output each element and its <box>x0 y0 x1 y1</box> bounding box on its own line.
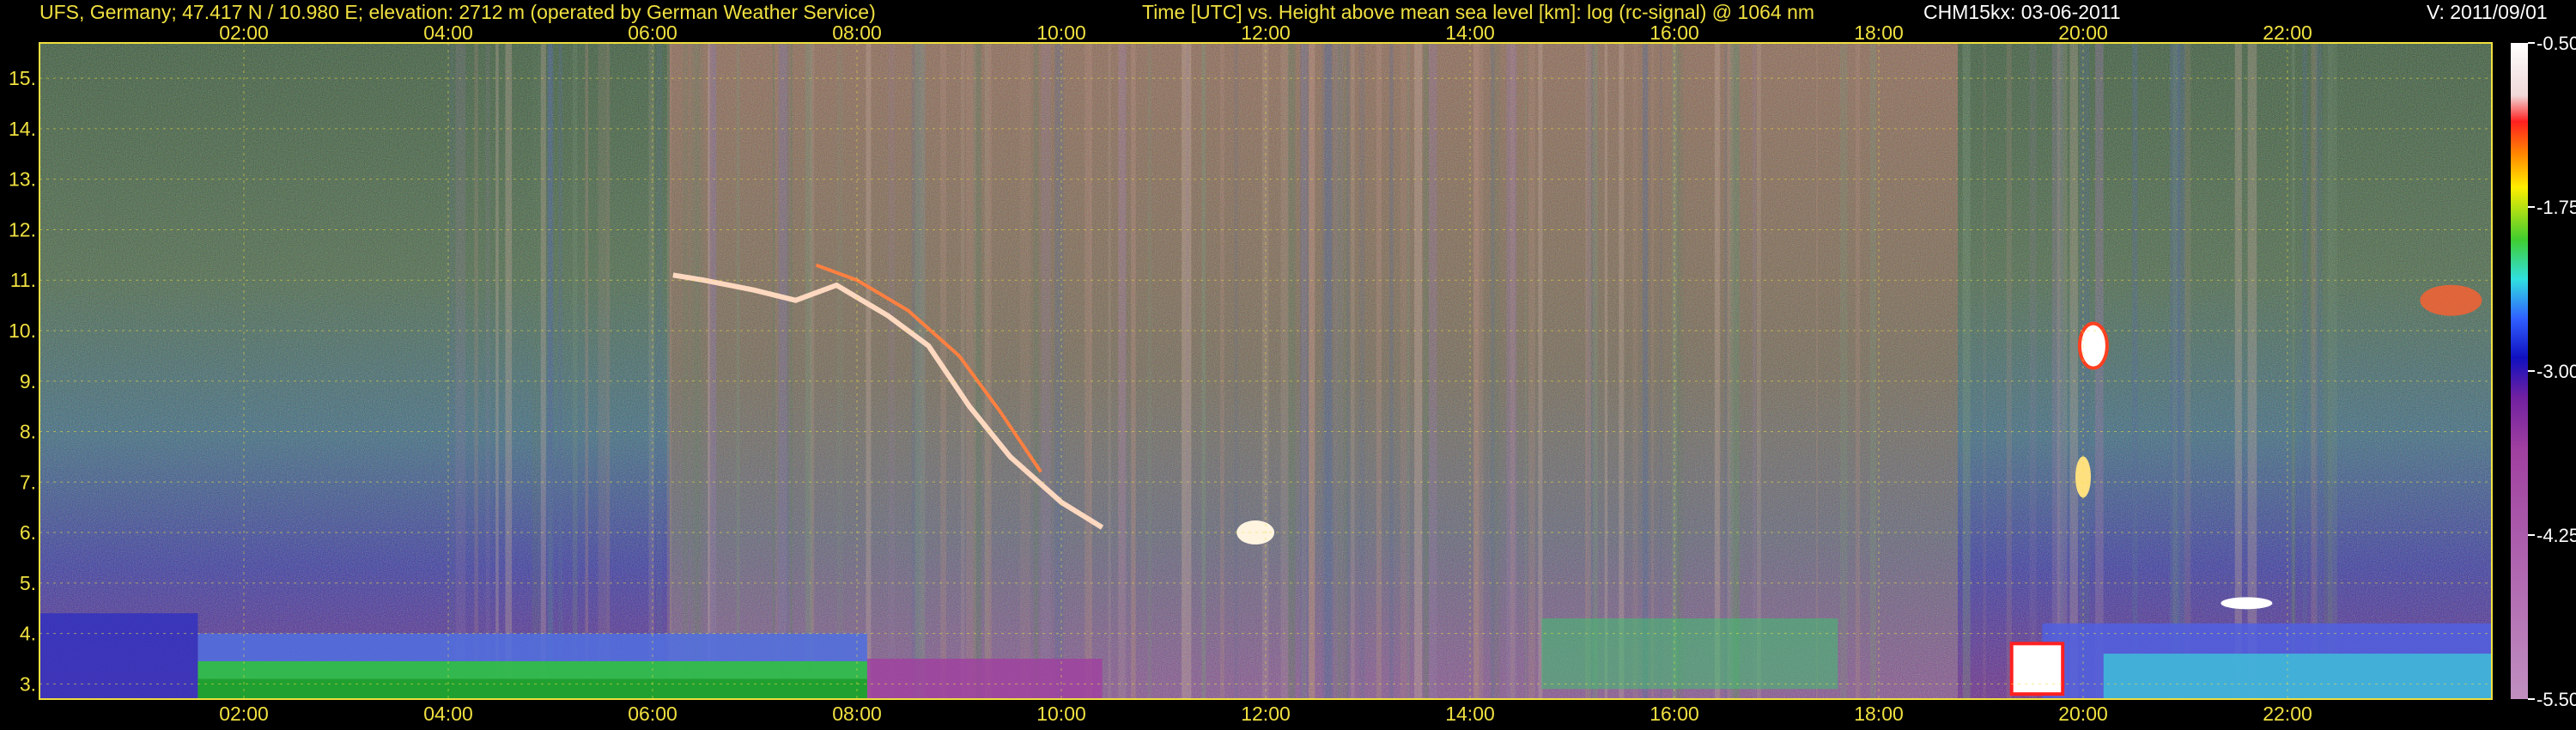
colorbar-tick-label: -4.25 <box>2537 525 2576 546</box>
chart-title: Time [UTC] vs. Height above mean sea lev… <box>1142 1 1815 23</box>
x-tick-label-top: 02:00 <box>219 21 269 44</box>
x-tick-label-bottom: 22:00 <box>2263 703 2312 725</box>
y-tick-label: 9. <box>20 370 36 392</box>
colorbar <box>2511 43 2528 699</box>
station-info: UFS, Germany; 47.417 N / 10.980 E; eleva… <box>39 1 876 23</box>
instrument-date: CHM15kx: 03-06-2011 <box>1923 1 2121 23</box>
x-tick-label-bottom: 02:00 <box>219 703 269 725</box>
x-tick-label-bottom: 14:00 <box>1445 703 1495 725</box>
colorbar-tick-label: -3.00 <box>2537 361 2576 382</box>
boundary-layer <box>197 678 867 699</box>
x-tick-label-bottom: 06:00 <box>628 703 677 725</box>
x-tick-label-top: 08:00 <box>832 21 882 44</box>
x-tick-label-top: 12:00 <box>1241 21 1291 44</box>
y-tick-label: 7. <box>20 471 36 493</box>
cirrus-cloud <box>2420 284 2482 316</box>
colorbar-tick-label: -1.75 <box>2537 197 2576 218</box>
lidar-chart: 02:00 02:00 04:00 04:00 06:00 06:00 08:00 08:00… <box>9 21 2576 725</box>
y-tick-label: 13. <box>9 168 36 191</box>
y-tick-label: 12. <box>9 218 36 240</box>
y-tick-label: 6. <box>20 521 36 544</box>
x-tick-label-bottom: 08:00 <box>832 703 882 725</box>
boundary-layer <box>2103 654 2492 699</box>
boundary-layer <box>866 658 1103 699</box>
y-tick-label: 4. <box>20 623 36 645</box>
x-tick-label-top: 16:00 <box>1649 21 1699 44</box>
x-tick-label-bottom: 10:00 <box>1036 703 1086 725</box>
y-tick-label: 10. <box>9 319 36 342</box>
y-tick-label: 5. <box>20 572 36 594</box>
y-tick-label: 11. <box>10 269 36 291</box>
convective-cloud <box>2077 321 2109 370</box>
y-tick-label: 14. <box>9 118 36 140</box>
boundary-layer <box>39 613 198 699</box>
version-label: V: 2011/09/01 <box>2427 1 2548 23</box>
x-tick-label-top: 14:00 <box>1445 21 1495 44</box>
boundary-layer <box>1541 617 1838 690</box>
x-tick-label-bottom: 16:00 <box>1649 703 1699 725</box>
y-tick-label: 15. <box>9 67 36 89</box>
x-tick-label-top: 20:00 <box>2058 21 2108 44</box>
colorbar-tick-label: -0.50 <box>2537 33 2576 54</box>
x-tick-label-top: 22:00 <box>2263 21 2312 44</box>
x-tick-label-top: 18:00 <box>1854 21 1904 44</box>
y-tick-label: 3. <box>20 672 36 695</box>
colorbar-tick-label: -5.50 <box>2537 689 2576 710</box>
x-tick-label-bottom: 18:00 <box>1854 703 1904 725</box>
y-tick-label: 8. <box>20 421 36 443</box>
x-tick-label-top: 06:00 <box>628 21 677 44</box>
low-cloud <box>2221 597 2273 610</box>
x-tick-label-bottom: 04:00 <box>423 703 473 725</box>
x-tick-label-top: 04:00 <box>423 21 473 44</box>
x-tick-label-top: 10:00 <box>1036 21 1086 44</box>
x-tick-label-bottom: 20:00 <box>2058 703 2108 725</box>
x-tick-label-bottom: 12:00 <box>1241 703 1291 725</box>
low-cloud <box>2009 642 2065 697</box>
